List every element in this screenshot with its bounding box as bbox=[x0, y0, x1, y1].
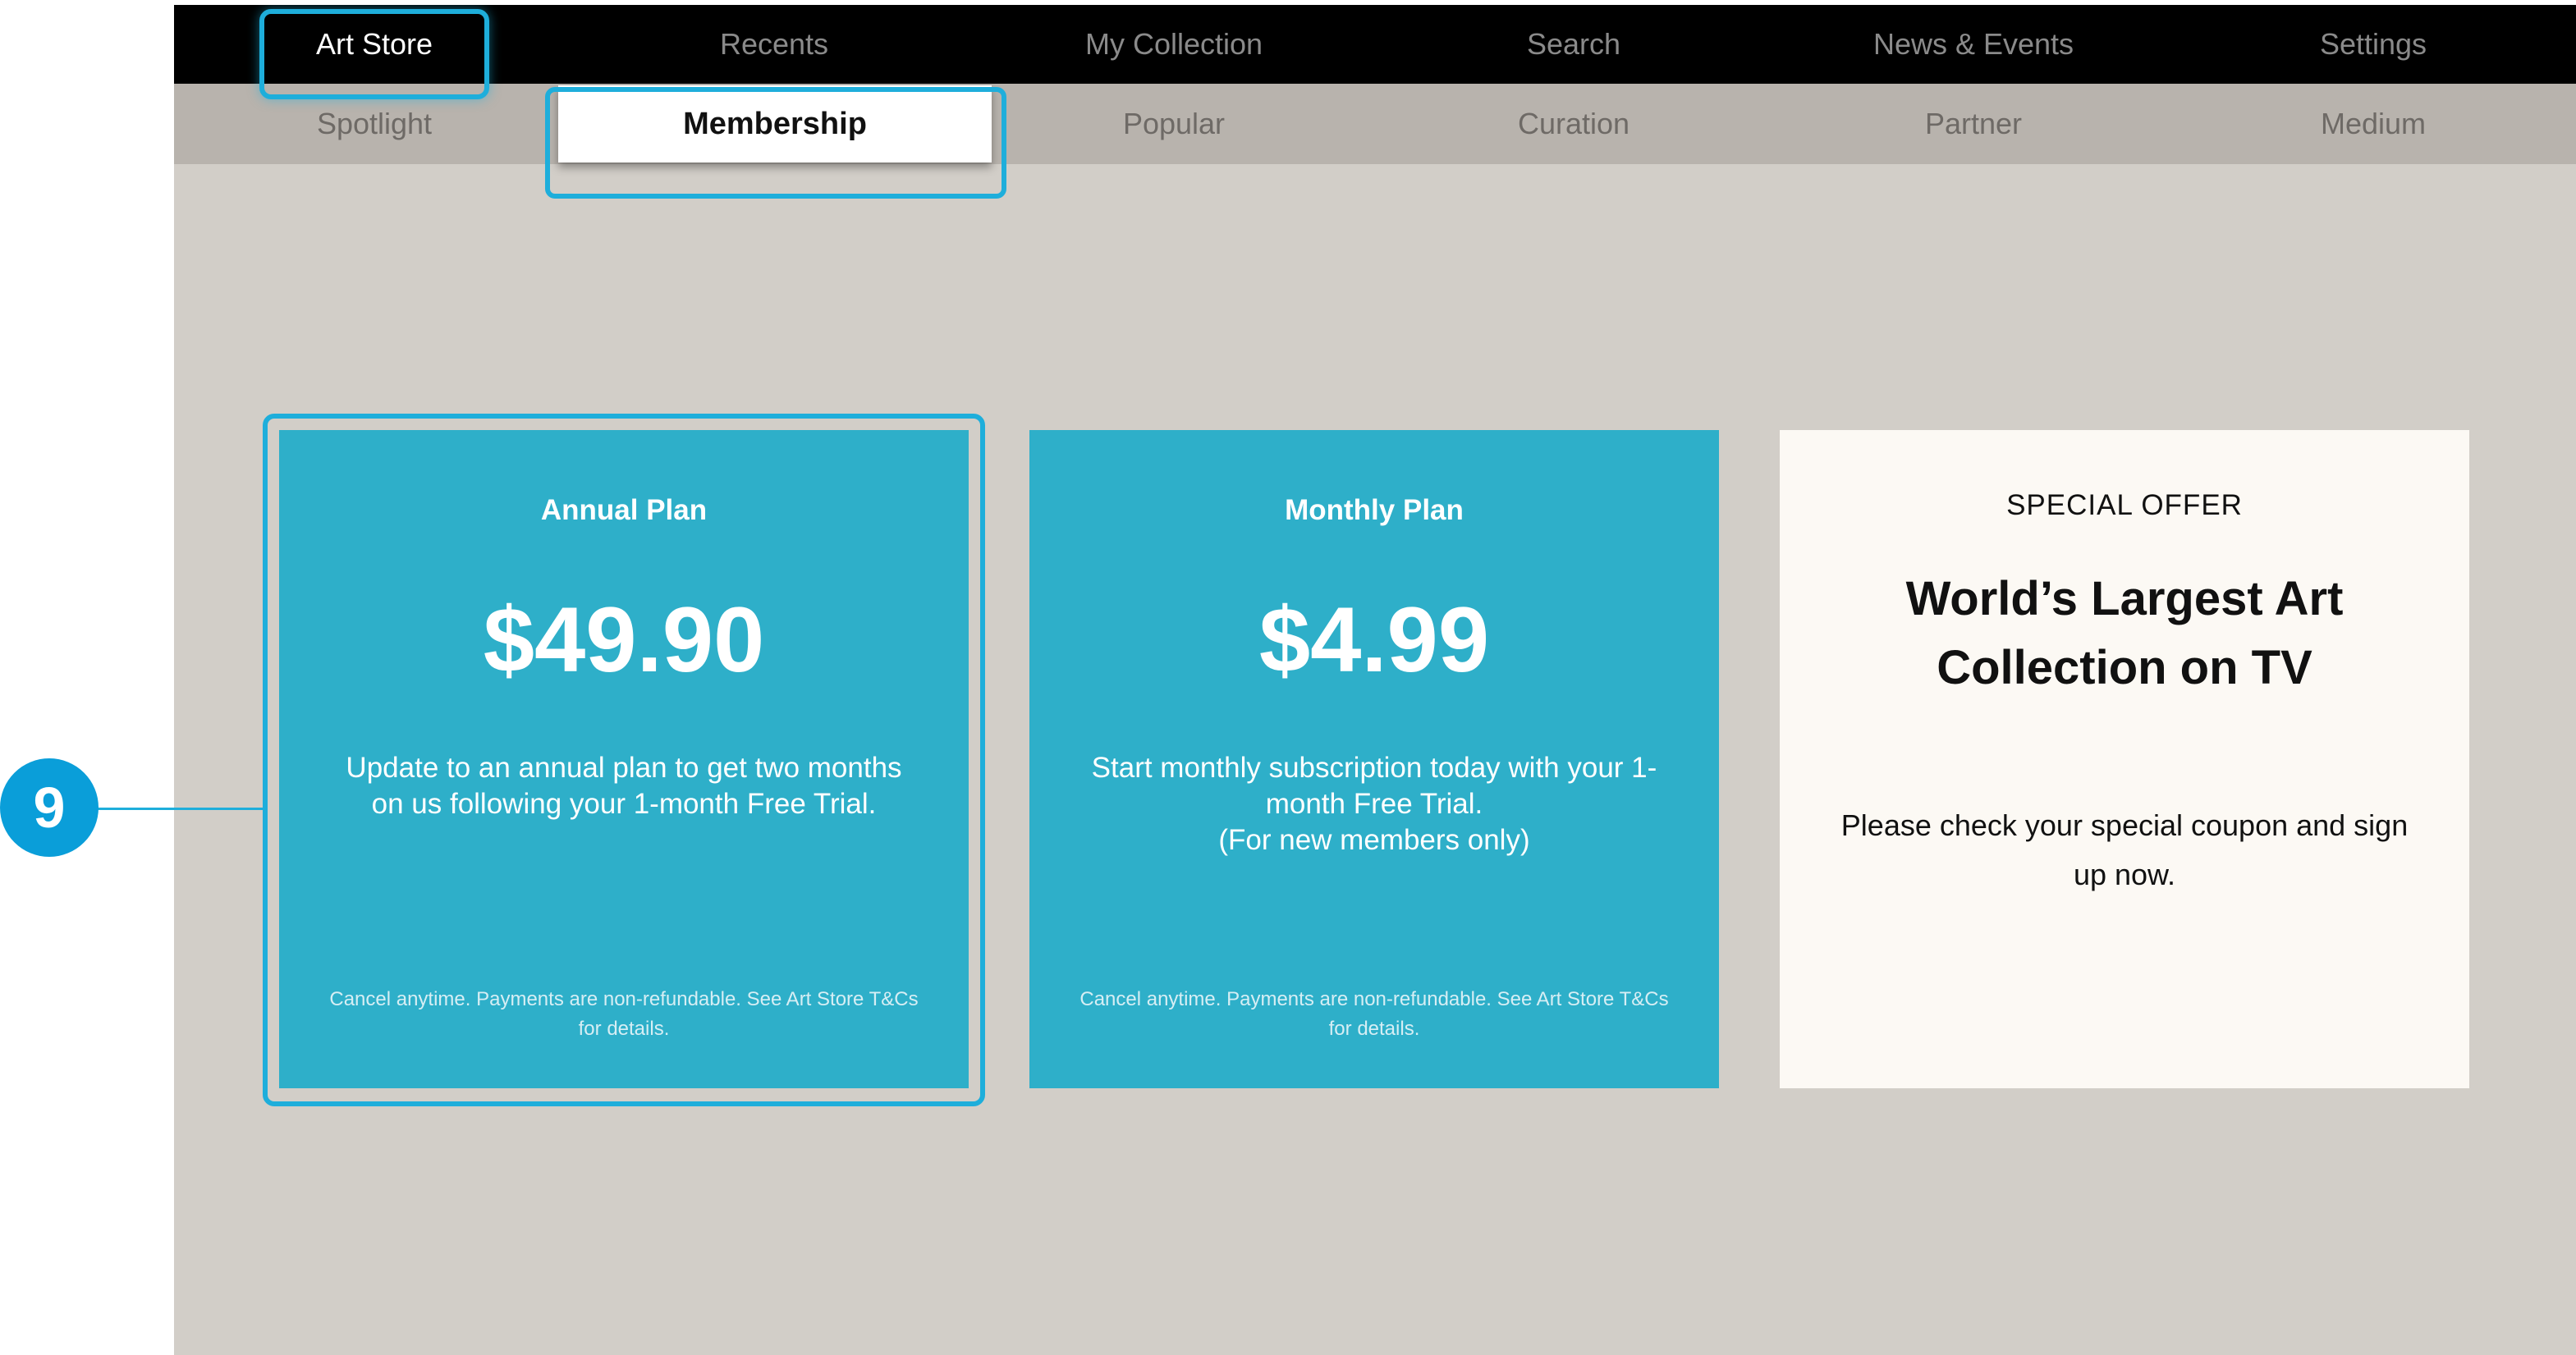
sub-nav-medium[interactable]: Medium bbox=[2173, 84, 2574, 164]
callout-number-badge: 9 bbox=[0, 758, 99, 857]
top-nav-search[interactable]: Search bbox=[1373, 5, 1774, 84]
art-store-focus-ring bbox=[259, 9, 489, 99]
monthly-plan-title: Monthly Plan bbox=[1285, 494, 1464, 526]
callout-leader-line bbox=[94, 808, 263, 810]
top-nav-bar: Art Store Recents My Collection Search N… bbox=[174, 5, 2576, 84]
special-offer-tag: SPECIAL OFFER bbox=[2006, 489, 2243, 521]
top-nav-settings[interactable]: Settings bbox=[2173, 5, 2574, 84]
special-offer-card[interactable]: SPECIAL OFFER World’s Largest Art Collec… bbox=[1780, 430, 2469, 1088]
special-offer-description: Please check your special coupon and sig… bbox=[1840, 808, 2409, 891]
monthly-plan-card[interactable]: Monthly Plan $4.99 Start monthly subscri… bbox=[1029, 430, 1719, 1088]
special-offer-headline: World’s Largest Art Collection on TV bbox=[1905, 572, 2344, 694]
top-nav-recents[interactable]: Recents bbox=[574, 5, 974, 84]
annual-plan-focus-ring bbox=[263, 414, 985, 1106]
monthly-plan-fine-print: Cancel anytime. Payments are non-refunda… bbox=[1079, 988, 1669, 1040]
sub-nav-bar: Spotlight Popular Curation Partner Mediu… bbox=[174, 84, 2576, 164]
top-nav-my-collection[interactable]: My Collection bbox=[974, 5, 1374, 84]
monthly-plan-description: Start monthly subscription today with yo… bbox=[1091, 752, 1657, 856]
membership-focus-ring bbox=[545, 87, 1006, 199]
sub-nav-partner[interactable]: Partner bbox=[1773, 84, 2174, 164]
top-nav-news-events[interactable]: News & Events bbox=[1773, 5, 2174, 84]
monthly-plan-price: $4.99 bbox=[1258, 588, 1490, 691]
sub-nav-popular[interactable]: Popular bbox=[974, 84, 1374, 164]
sub-nav-curation[interactable]: Curation bbox=[1373, 84, 1774, 164]
